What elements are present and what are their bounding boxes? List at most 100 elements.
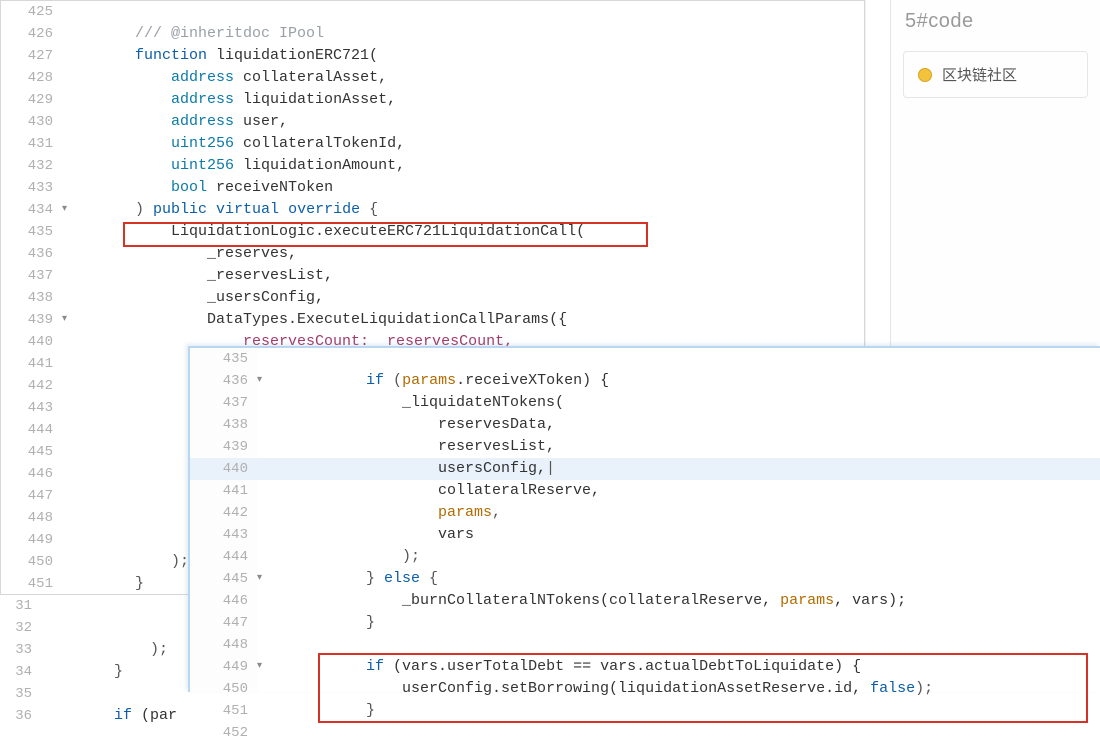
line-number: 443 xyxy=(1,397,63,419)
line-number: 445 xyxy=(1,441,63,463)
code-line[interactable]: if (params.receiveXToken) { xyxy=(258,370,1100,392)
code-line[interactable] xyxy=(42,595,190,617)
line-number: 452 xyxy=(190,722,258,744)
line-number: 429 xyxy=(1,89,63,111)
line-number: 438 xyxy=(190,414,258,436)
line-number: 451 xyxy=(1,573,63,595)
code-line[interactable] xyxy=(42,617,190,639)
line-number: 448 xyxy=(1,507,63,529)
line-number: 436 xyxy=(190,370,258,392)
line-number: 447 xyxy=(190,612,258,634)
code-line[interactable] xyxy=(258,634,1100,656)
line-number: 446 xyxy=(1,463,63,485)
line-number: 431 xyxy=(1,133,63,155)
code-line[interactable]: params, xyxy=(258,502,1100,524)
line-number: 447 xyxy=(1,485,63,507)
line-number: 437 xyxy=(190,392,258,414)
coin-icon xyxy=(918,68,932,82)
line-number: 449 xyxy=(190,656,258,678)
line-number: 445 xyxy=(190,568,258,590)
code-line[interactable] xyxy=(63,1,864,23)
line-number: 33 xyxy=(0,639,42,661)
code-line[interactable] xyxy=(42,683,190,705)
code-line[interactable]: address collateralAsset, xyxy=(63,67,864,89)
code-line[interactable]: reservesList, xyxy=(258,436,1100,458)
code-line[interactable]: bool receiveNToken xyxy=(63,177,864,199)
gutter-back: 4254264274284294304314324334344354364374… xyxy=(1,1,63,594)
line-number: 444 xyxy=(1,419,63,441)
code-line[interactable]: uint256 liquidationAmount, xyxy=(63,155,864,177)
code-line[interactable]: } xyxy=(42,661,190,683)
code-line[interactable]: LiquidationLogic.executeERC721Liquidatio… xyxy=(63,221,864,243)
code-line[interactable]: if (vars.userTotalDebt == vars.actualDeb… xyxy=(258,656,1100,678)
line-number: 439 xyxy=(190,436,258,458)
code-editor-strip[interactable]: 313233343536 ); } if (par xyxy=(0,595,190,692)
code-line[interactable]: /// @inheritdoc IPool xyxy=(63,23,864,45)
code-line[interactable] xyxy=(258,348,1100,370)
line-number: 441 xyxy=(1,353,63,375)
code-line[interactable]: function liquidationERC721( xyxy=(63,45,864,67)
code-line[interactable]: userConfig.setBorrowing(liquidationAsset… xyxy=(258,678,1100,700)
line-number: 440 xyxy=(1,331,63,353)
code-line[interactable]: _liquidateNTokens( xyxy=(258,392,1100,414)
community-card[interactable]: 区块链社区 xyxy=(903,51,1088,98)
line-number: 35 xyxy=(0,683,42,705)
line-number: 446 xyxy=(190,590,258,612)
code-line[interactable] xyxy=(258,722,1100,744)
code-line[interactable]: address liquidationAsset, xyxy=(63,89,864,111)
line-number: 434 xyxy=(1,199,63,221)
line-number: 450 xyxy=(190,678,258,700)
line-number: 451 xyxy=(190,700,258,722)
line-number: 437 xyxy=(1,265,63,287)
line-number: 427 xyxy=(1,45,63,67)
line-number: 425 xyxy=(1,1,63,23)
line-number: 442 xyxy=(1,375,63,397)
code-line[interactable]: DataTypes.ExecuteLiquidationCallParams({ xyxy=(63,309,864,331)
code-line[interactable]: _usersConfig, xyxy=(63,287,864,309)
code-line[interactable]: _reservesList, xyxy=(63,265,864,287)
line-number: 432 xyxy=(1,155,63,177)
line-number: 435 xyxy=(1,221,63,243)
line-number: 448 xyxy=(190,634,258,656)
line-number: 443 xyxy=(190,524,258,546)
code-line[interactable]: if (par xyxy=(42,705,190,727)
line-number: 442 xyxy=(190,502,258,524)
line-number: 433 xyxy=(1,177,63,199)
line-number: 428 xyxy=(1,67,63,89)
gutter-strip: 313233343536 xyxy=(0,595,42,692)
community-label: 区块链社区 xyxy=(942,64,1017,85)
line-number: 31 xyxy=(0,595,42,617)
line-number: 449 xyxy=(1,529,63,551)
line-number: 444 xyxy=(190,546,258,568)
line-number: 438 xyxy=(1,287,63,309)
line-number: 441 xyxy=(190,480,258,502)
code-line[interactable]: reservesData, xyxy=(258,414,1100,436)
code-line[interactable]: _reserves, xyxy=(63,243,864,265)
code-line[interactable]: usersConfig,| xyxy=(258,458,1100,480)
code-line[interactable]: collateralReserve, xyxy=(258,480,1100,502)
code-line[interactable]: _burnCollateralNTokens(collateralReserve… xyxy=(258,590,1100,612)
line-number: 435 xyxy=(190,348,258,370)
address-fragment: 5#code xyxy=(891,0,1100,43)
code-area-overlay[interactable]: if (params.receiveXToken) { _liquidateNT… xyxy=(258,348,1100,692)
gutter-overlay: 4354364374384394404414424434444454464474… xyxy=(190,348,258,692)
code-line[interactable]: address user, xyxy=(63,111,864,133)
code-line[interactable]: ) public virtual override { xyxy=(63,199,864,221)
code-line[interactable]: } xyxy=(258,612,1100,634)
line-number: 32 xyxy=(0,617,42,639)
code-line[interactable]: ); xyxy=(42,639,190,661)
code-area-strip[interactable]: ); } if (par xyxy=(42,595,190,692)
line-number: 450 xyxy=(1,551,63,573)
code-line[interactable]: } else { xyxy=(258,568,1100,590)
code-line[interactable]: ); xyxy=(258,546,1100,568)
code-line[interactable]: uint256 collateralTokenId, xyxy=(63,133,864,155)
line-number: 426 xyxy=(1,23,63,45)
code-line[interactable]: vars xyxy=(258,524,1100,546)
code-editor-overlay[interactable]: 4354364374384394404414424434444454464474… xyxy=(188,346,1100,692)
line-number: 439 xyxy=(1,309,63,331)
code-line[interactable]: } xyxy=(258,700,1100,722)
line-number: 440 xyxy=(190,458,258,480)
line-number: 36 xyxy=(0,705,42,727)
line-number: 430 xyxy=(1,111,63,133)
line-number: 34 xyxy=(0,661,42,683)
